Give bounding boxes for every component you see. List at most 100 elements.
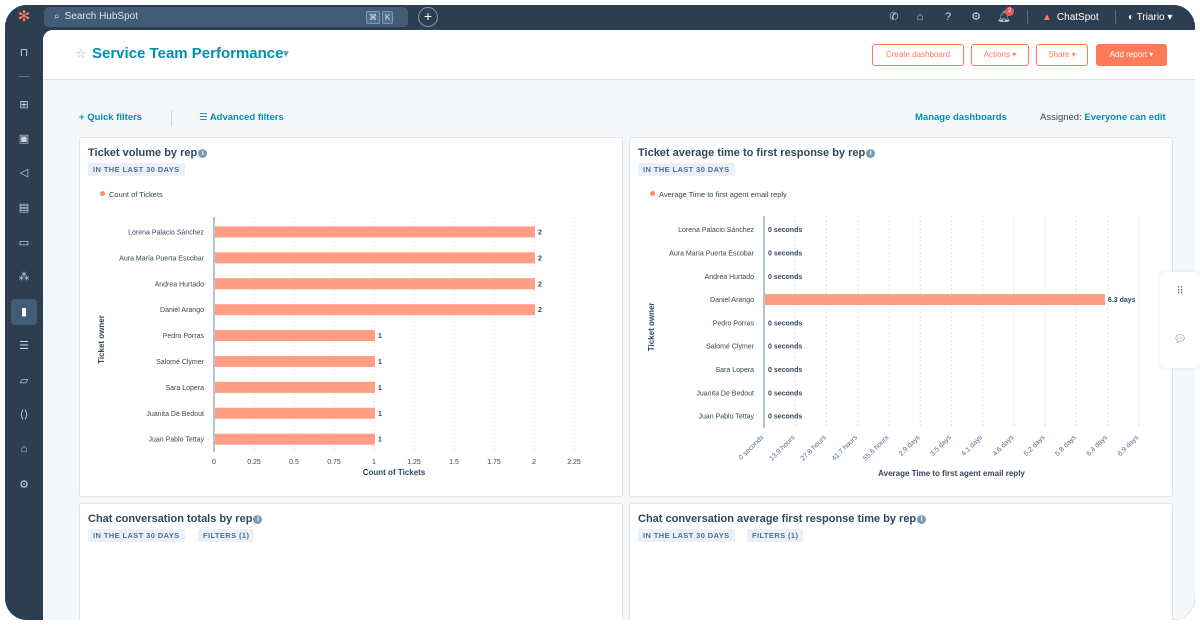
date-range-tag: IN THE LAST 30 DAYS [88, 529, 185, 542]
sidebar-item-workspaces[interactable]: ⊞ [11, 92, 37, 118]
chatspot-button[interactable]: ▲ ChatSpot [1042, 5, 1099, 30]
page-title[interactable]: Service Team Performance [92, 45, 284, 62]
y-category-label: Aura María Puerta Escobar [669, 250, 754, 257]
bar [215, 381, 375, 393]
sidebar-item-contacts[interactable]: ▣ [11, 126, 37, 152]
x-tick-label: 6.4 days [1085, 434, 1109, 458]
quick-filters-button[interactable]: + Quick filters [79, 108, 142, 128]
y-category-label: Sara Lopera [165, 385, 204, 392]
x-tick-label: 2.9 days [898, 434, 922, 458]
filters-tag[interactable]: FILTERS (1) [747, 529, 804, 542]
shortcut-cmd-key: ⌘ [366, 11, 380, 24]
y-category-label: Andrea Hurtado [705, 274, 755, 281]
y-category-label: Sara Lopera [715, 367, 754, 374]
bar-value-label: 0 seconds [768, 274, 802, 281]
bar-value-label: 2 [538, 255, 542, 262]
bar-value-label: 2 [538, 281, 542, 288]
filters-tag[interactable]: FILTERS (1) [198, 529, 255, 542]
settings-icon: ⚙ [19, 479, 29, 491]
sidebar-item-marketing[interactable]: ◁ [11, 160, 37, 186]
floating-side-panel: ⠿ 💬︎ [1160, 272, 1200, 368]
sidebar-item-app-marketplace[interactable]: ⌂ [11, 436, 37, 462]
assigned-label: Assigned: [1040, 112, 1082, 123]
megaphone-icon: ◁ [19, 167, 29, 179]
add-report-button[interactable]: Add report ▾ [1096, 44, 1167, 66]
y-category-label: Andrea Hurtado [155, 281, 205, 288]
x-tick-label: 41.7 hours [831, 434, 860, 463]
x-tick-label: 1.25 [407, 459, 421, 466]
sidebar-item-bookmarks[interactable]: ⊓ [11, 40, 37, 66]
y-axis-title: Ticket owner [97, 315, 106, 364]
account-name: Triario [1136, 12, 1165, 23]
help-icon[interactable]: ? [940, 9, 956, 25]
advanced-filters-label: Advanced filters [209, 112, 284, 123]
account-menu[interactable]: ◐ Triario ▾ [1128, 5, 1172, 30]
bar [215, 433, 375, 445]
sidebar: ⊓ ⊞ ▣ ◁ ▤ ▭ ⁂ ▮ ☰ ▱ ⟨⟩ ⌂ ⚙ [5, 30, 43, 620]
search-input[interactable]: ⌕ Search HubSpot ⌘ K [44, 7, 408, 27]
create-dashboard-button[interactable]: Create dashboard [872, 44, 964, 66]
sidebar-item-commerce[interactable]: ▭ [11, 230, 37, 256]
bar [215, 330, 375, 342]
report-card-first-response: Ticket average time to first response by… [629, 137, 1173, 497]
create-new-button[interactable]: + [418, 7, 438, 27]
hubspot-logo-icon[interactable]: ✻ [15, 8, 33, 26]
sidebar-item-data-management[interactable]: ☰ [11, 333, 37, 359]
sidebar-item-development[interactable]: ⟨⟩ [11, 402, 37, 428]
marketplace-icon[interactable]: ⌂ [912, 9, 928, 25]
manage-dashboards-link[interactable]: Manage dashboards [915, 108, 1007, 128]
date-range-tag: IN THE LAST 30 DAYS [638, 529, 735, 542]
chatspot-label: ChatSpot [1056, 12, 1099, 23]
sidebar-item-reporting[interactable]: ▮ [11, 299, 37, 325]
x-tick-label: 5.2 days [1023, 434, 1047, 458]
share-button[interactable]: Share ▾ [1036, 44, 1088, 66]
filter-bar: + Quick filters ☰ Advanced filters Manag… [43, 108, 1195, 128]
search-placeholder: Search HubSpot [64, 11, 138, 22]
bar [215, 407, 375, 419]
card-title-text: Chat conversation totals by rep [88, 513, 253, 525]
x-axis-title: Count of Tickets [363, 468, 426, 477]
x-tick-label: 2.25 [567, 459, 581, 466]
favorite-star-icon[interactable]: ☆ [75, 46, 87, 62]
advanced-filters-button[interactable]: ☰ Advanced filters [199, 108, 284, 128]
sliders-icon: ☰ [199, 112, 210, 123]
y-category-label: Aura María Puerta Escobar [119, 255, 204, 262]
sidebar-item-content[interactable]: ▤ [11, 195, 37, 221]
x-tick-label: 4.6 days [992, 434, 1016, 458]
x-tick-label: 0.5 [289, 459, 299, 466]
bar [215, 278, 535, 290]
y-category-label: Juan Pablo Tettay [148, 437, 204, 444]
bar-value-label: 0 seconds [768, 320, 802, 327]
first-response-chart: 0 seconds 13.9 hours 27.8 hours 41.7 hours 5… [647, 216, 1141, 478]
x-tick-label: 4.1 days [960, 434, 984, 458]
nav-divider [1027, 10, 1028, 24]
chevron-down-icon[interactable]: ▼ [281, 49, 291, 60]
ticket-volume-chart: 0 0.25 0.5 0.75 1 1.25 1.5 1.75 2 2.25 Lorena Pala… [97, 217, 581, 477]
actions-button[interactable]: Actions ▾ [971, 44, 1029, 66]
info-icon[interactable]: i [253, 515, 263, 524]
chat-icon[interactable]: 💬︎ [1172, 332, 1188, 348]
y-category-label: Juan Pablo Tettay [698, 414, 754, 421]
sidebar-item-library[interactable]: ▱ [11, 368, 37, 394]
info-icon[interactable]: i [917, 515, 927, 524]
assigned-value-link[interactable]: Everyone can edit [1084, 112, 1165, 123]
filter-divider [171, 110, 172, 126]
wallet-icon: ▭ [18, 237, 30, 249]
y-category-label: Daniel Arango [160, 307, 204, 314]
y-category-label: Salomé Clymer [156, 359, 205, 366]
top-navigation: ✻ ⌕ Search HubSpot ⌘ K + ✆ ⌂ ? ⚙ 🔔︎ 2 ▲ Ch… [5, 5, 1195, 30]
plus-icon: + [79, 112, 88, 123]
card-title[interactable]: Chat conversation average first response… [638, 513, 927, 525]
bar [215, 355, 375, 367]
card-title[interactable]: Chat conversation totals by rep i [88, 513, 263, 525]
bar-value-label: 0 seconds [768, 227, 802, 234]
bar-value-label: 1 [378, 437, 382, 444]
sidebar-item-automation[interactable]: ⁂ [11, 264, 37, 290]
chatspot-icon: ▲ [1042, 12, 1052, 23]
settings-icon[interactable]: ⚙ [968, 9, 984, 25]
x-tick-label: 1.75 [487, 459, 501, 466]
phone-icon[interactable]: ✆ [886, 9, 902, 25]
drag-handle-icon[interactable]: ⠿ [1172, 284, 1188, 300]
sidebar-item-settings[interactable]: ⚙ [11, 472, 37, 498]
x-tick-label: 6.9 days [1117, 434, 1141, 458]
